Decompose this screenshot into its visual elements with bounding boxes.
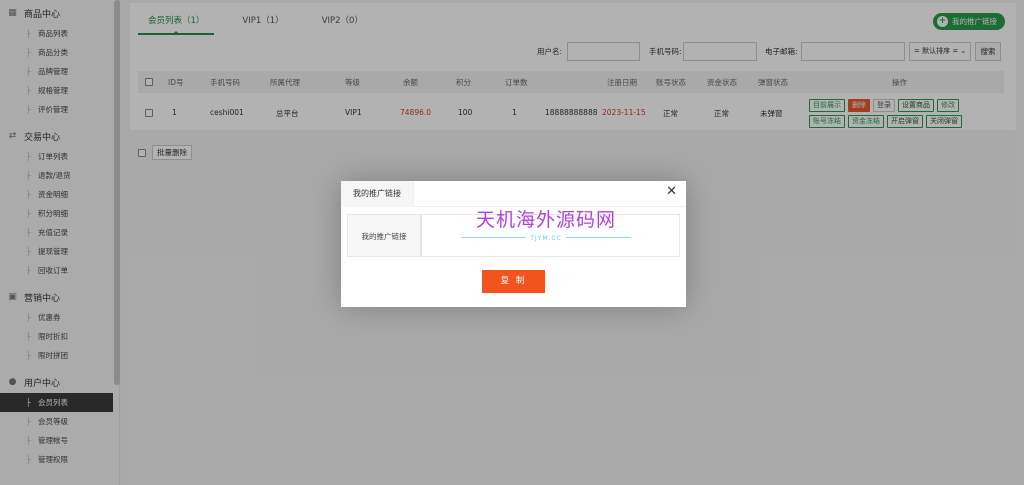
watermark-main-text: 天机海外源码网 [475,209,616,231]
dialog-title: 我的推广链接 [341,181,414,207]
dialog-header: 我的推广链接 ✕ [341,181,686,207]
promo-link-dialog: 我的推广链接 ✕ 我的推广链接 天机海外源码网 TJYM.CC 复 制 [341,181,686,307]
copy-button[interactable]: 复 制 [482,270,545,293]
watermark-line: TJYM.CC [461,233,631,243]
watermark-sub-text: TJYM.CC [526,235,566,242]
close-icon[interactable]: ✕ [666,185,677,198]
watermark: 天机海外源码网 TJYM.CC [461,205,631,243]
link-field-label: 我的推广链接 [347,214,421,257]
